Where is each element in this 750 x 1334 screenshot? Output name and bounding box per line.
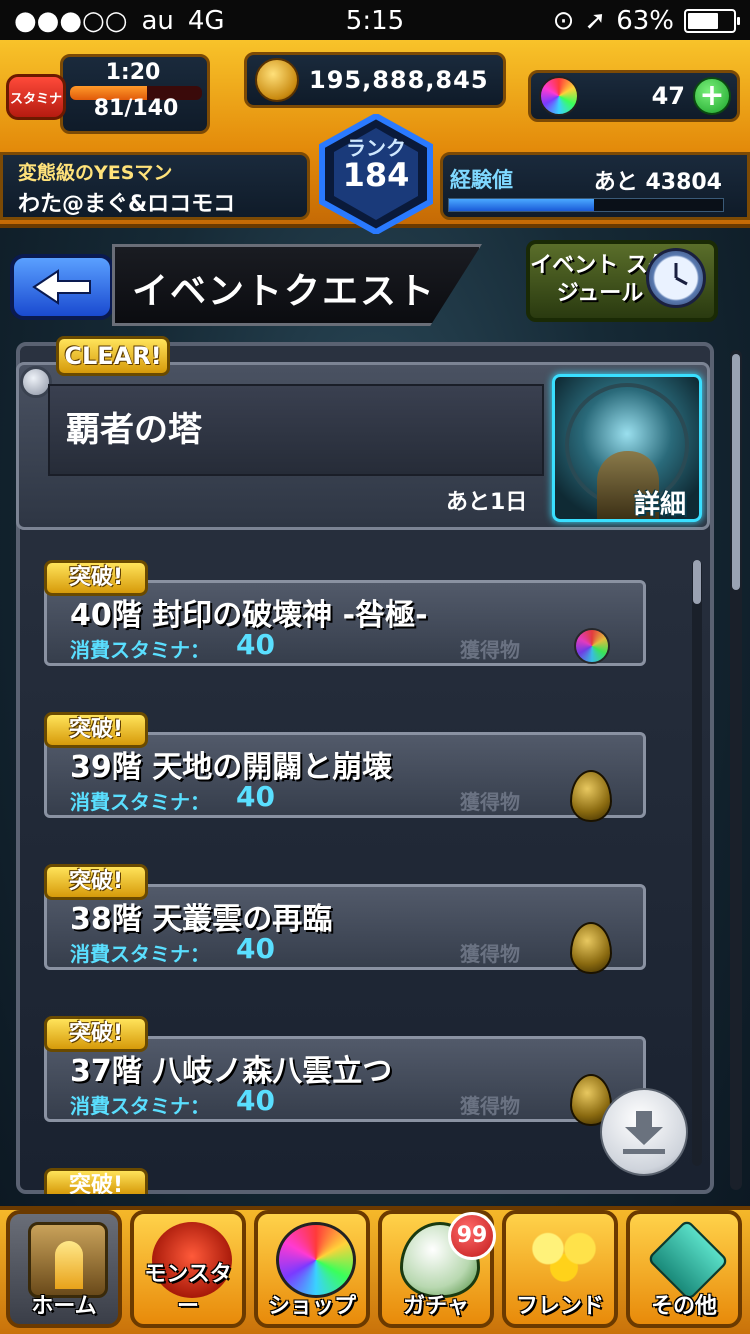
stamina-badge: スタミナ xyxy=(6,74,66,120)
exp-bar xyxy=(448,198,724,212)
back-arrow-icon xyxy=(32,269,91,305)
gold-coin-icon xyxy=(255,58,299,102)
buy-orbs-button[interactable]: + xyxy=(693,77,731,115)
nav-other-label: その他 xyxy=(650,1294,717,1319)
page-title: イベントクエスト xyxy=(132,271,437,312)
outer-scrollbar[interactable] xyxy=(730,350,742,1190)
nav-home-label: ホーム xyxy=(31,1294,97,1319)
exp-remaining: あと 43804 xyxy=(593,170,722,195)
nav-monster[interactable]: モンスター xyxy=(130,1210,246,1328)
stage-item[interactable]: 突破! 38階 天叢雲の再臨 消費スタミナ： 40 獲得物 xyxy=(44,864,646,974)
player-name: わた@まぐ&ロコモコ xyxy=(18,192,236,217)
event-name: 覇者の塔 xyxy=(66,410,202,450)
stamina-cost-label: 消費スタミナ： xyxy=(70,1094,210,1118)
gold-value: 195,888,845 xyxy=(309,66,489,94)
stage-name: 37階 八岐ノ森八雲立つ xyxy=(70,1054,393,1089)
nav-monster-label: モンスター xyxy=(144,1262,232,1319)
stage-item[interactable]: 突破! 37階 八岐ノ森八雲立つ 消費スタミナ： 40 獲得物 xyxy=(44,1016,646,1126)
stage-item[interactable]: 突破! 40階 封印の破壊神 -咎極- 消費スタミナ： 40 獲得物 xyxy=(44,560,646,666)
status-right: ⊙ ➚ 63% xyxy=(552,6,740,36)
nav-gacha-label: ガチャ xyxy=(403,1294,469,1319)
stage-name: 38階 天叢雲の再臨 xyxy=(70,902,333,937)
orb-value: 47 xyxy=(651,82,685,110)
clear-badge: CLEAR! xyxy=(56,336,170,376)
stamina-value: 81/140 xyxy=(93,96,179,121)
stamina-cost-label: 消費スタミナ： xyxy=(70,942,210,966)
player-title: 変態級のYESマン xyxy=(18,162,173,184)
event-remaining: あと1日 xyxy=(446,490,528,515)
back-button[interactable] xyxy=(10,254,114,320)
battery-icon xyxy=(684,9,740,33)
exp-bar-fill xyxy=(449,199,595,211)
reward-label: 獲得物 xyxy=(460,942,520,966)
stamina-timer: 1:20 xyxy=(105,60,161,85)
nav-home[interactable]: ホーム xyxy=(6,1210,122,1328)
gacha-count-badge: 99 xyxy=(448,1212,496,1260)
stage-item[interactable]: 突破! 39階 天地の開闢と崩壊 消費スタミナ： 40 獲得物 xyxy=(44,712,646,822)
reward-label: 獲得物 xyxy=(460,790,520,814)
rank-value: 184 xyxy=(342,156,410,194)
stamina-cost-value: 40 xyxy=(236,628,275,661)
location-icon: ➚ xyxy=(584,6,607,36)
rotation-lock-icon: ⊙ xyxy=(552,6,575,36)
status-bar: ●●●○○ au 4G 5:15 ⊙ ➚ 63% xyxy=(0,0,750,40)
reward-label: 獲得物 xyxy=(460,638,520,662)
battery-percent: 63% xyxy=(616,6,674,36)
detail-button-label: 詳細 xyxy=(634,490,687,520)
nav-friend-label: フレンド xyxy=(515,1294,604,1319)
stamina-cost-value: 40 xyxy=(236,1084,275,1117)
home-gate-icon xyxy=(28,1222,108,1298)
orb-reward-icon xyxy=(574,628,610,664)
stamina-cost-label: 消費スタミナ： xyxy=(70,790,210,814)
friend-balloons-icon xyxy=(524,1222,604,1298)
stage-name: 39階 天地の開闢と崩壊 xyxy=(70,750,393,785)
top-hud: スタミナ 1:20 81/140 195,888,845 47 + 変態級のYE… xyxy=(0,40,750,234)
nav-shop-label: ショップ xyxy=(267,1294,356,1319)
stamina-cost-label: 消費スタミナ： xyxy=(70,638,210,662)
shop-orb-icon xyxy=(276,1222,356,1298)
reward-label: 獲得物 xyxy=(460,1094,520,1118)
download-arrow-icon xyxy=(623,1111,665,1154)
rank-badge: ランク 184 xyxy=(318,114,434,234)
stamina-cost-value: 40 xyxy=(236,932,275,965)
orb-panel: 47 + xyxy=(528,70,740,122)
cleared-badge-partial: 突破! xyxy=(44,1168,148,1194)
exp-label: 経験値 xyxy=(450,168,513,192)
gold-panel: 195,888,845 xyxy=(244,52,506,108)
orb-icon xyxy=(539,76,579,116)
list-scrollbar[interactable] xyxy=(692,560,702,1166)
nav-friend[interactable]: フレンド xyxy=(502,1210,618,1328)
nav-shop[interactable]: ショップ xyxy=(254,1210,370,1328)
clock-icon xyxy=(646,248,706,308)
stamina-cost-value: 40 xyxy=(236,780,275,813)
nav-other[interactable]: その他 xyxy=(626,1210,742,1328)
scroll-down-button[interactable] xyxy=(600,1088,688,1176)
